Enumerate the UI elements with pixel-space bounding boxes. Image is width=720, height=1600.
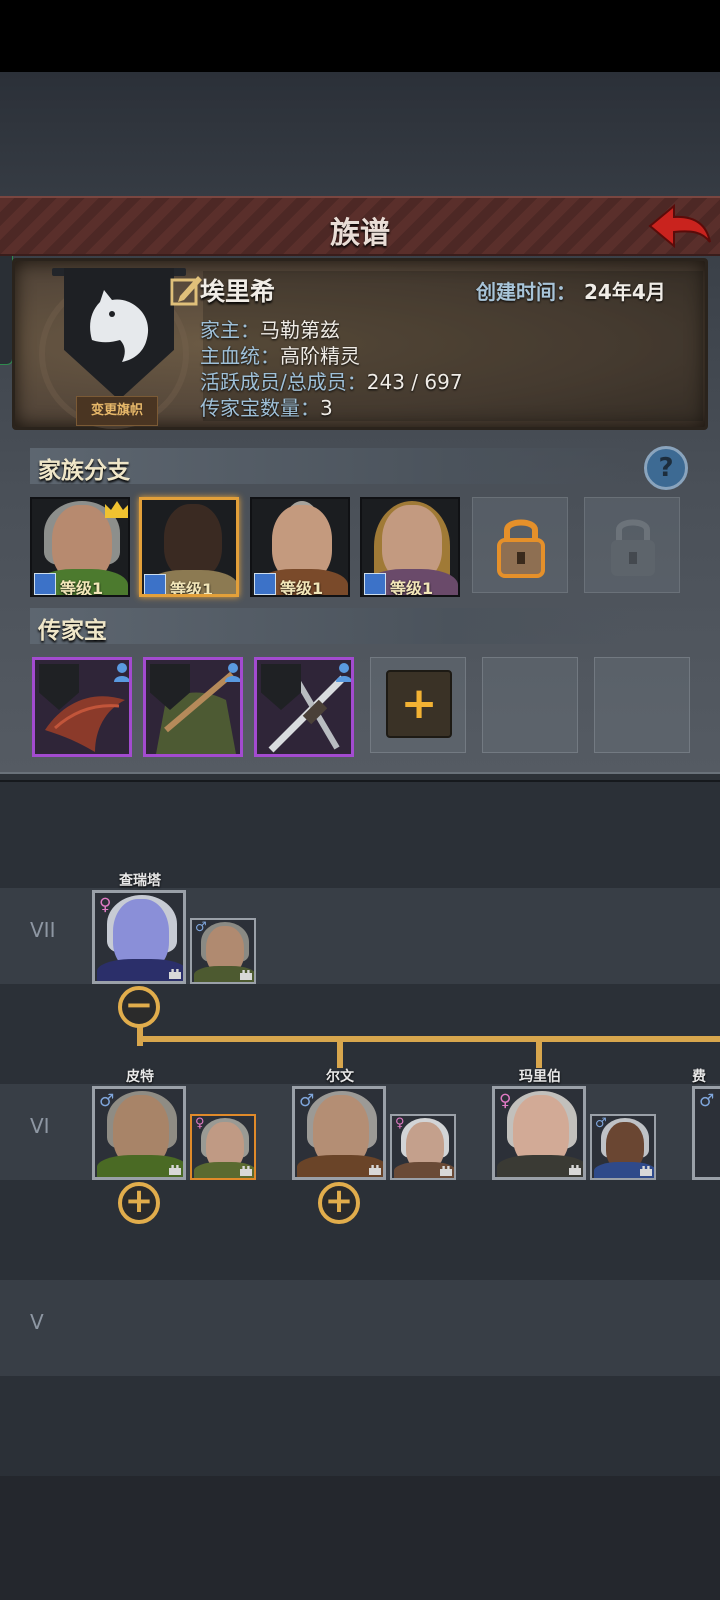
member-portrait[interactable]: ♂ [92,1086,186,1180]
male-icon: ♂ [99,1091,115,1111]
edit-name-button[interactable] [170,272,204,306]
heirloom-count-value: 3 [320,396,333,420]
heirloom-slot-3[interactable] [254,657,354,757]
male-icon: ♂ [195,920,207,935]
bloodline-label: 主血统： [200,344,280,368]
title-bar: 族谱 [0,196,720,256]
member-name: 费 [692,1069,706,1085]
spouse-portrait[interactable]: ♀ [190,1114,256,1180]
created-label: 创建时间： [476,280,576,304]
sword-icon [364,573,386,595]
plus-icon: + [400,678,438,729]
heirloom-slot-2[interactable] [143,657,243,757]
sword-icon [254,573,276,595]
male-icon: ♂ [299,1091,315,1111]
female-icon: ♀ [195,1116,205,1131]
sword-icon [144,574,166,594]
generation-label: V [30,1310,44,1334]
heirloom-slot-empty-2 [594,657,690,753]
family-head-line: 家主：马勒第兹 [200,314,340,343]
family-tree[interactable]: VII VI V 查瑞塔 ♀ ♂ − 皮特 ♂ ♀ + 尔文 ♂ ♀ + 玛里伯… [0,782,720,1476]
created-time: 创建时间： 24年4月 [476,276,666,305]
tree-connector [137,1036,720,1042]
members-label: 活跃成员/总成员： [200,370,367,394]
back-arrow-icon [648,203,711,249]
expand-button[interactable]: + [118,1181,160,1224]
family-name: 埃里希 [200,277,276,306]
branch-slot-1[interactable]: 等级1 [30,497,130,597]
heirloom-slot-1[interactable] [32,657,132,757]
member-portrait[interactable]: ♂ [292,1086,386,1180]
grey-padlock-icon [611,519,655,576]
plus-icon: + [124,1181,154,1221]
branch-level: 等级1 [170,580,214,597]
add-heirloom-button[interactable]: + [386,670,452,738]
wolf-emblem-icon [90,290,149,362]
sword-icon [34,573,56,595]
branch-slot-locked [584,497,680,593]
minus-icon: − [124,985,154,1025]
portrait-face [164,504,222,578]
created-value: 24年4月 [584,280,666,304]
generation-label: VI [30,1114,50,1138]
members-value: 243 / 697 [366,370,463,394]
branches-header: 家族分支 [30,448,630,484]
female-icon: ♀ [499,1091,512,1111]
change-banner-button[interactable]: 变更旗帜 [76,396,158,426]
member-name: 查瑞塔 [119,873,161,889]
branch-slot-3[interactable]: 等级1 [250,497,350,597]
member-portrait[interactable]: ♂ [692,1086,720,1180]
back-button[interactable] [646,202,712,250]
person-icon [114,663,129,682]
help-button[interactable]: ? [644,446,688,490]
branch-slot-4[interactable]: 等级1 [360,497,460,597]
member-portrait[interactable]: ♀ [492,1086,586,1180]
bloodline-value: 高阶精灵 [280,344,360,368]
tree-connector [337,1036,343,1068]
spouse-portrait[interactable]: ♂ [190,918,256,984]
bottom-area [0,1476,720,1600]
member-name: 尔文 [326,1069,354,1085]
heirlooms-header: 传家宝 [30,608,630,644]
spouse-portrait[interactable]: ♂ [590,1114,656,1180]
generation-label: VII [30,918,56,942]
plus-icon: + [324,1181,354,1221]
member-name: 皮特 [126,1069,154,1085]
crown-icon [105,501,128,518]
pencil-icon [170,276,202,306]
female-icon: ♀ [99,895,112,915]
page-title: 族谱 [330,216,390,251]
member-portrait[interactable]: ♀ [92,890,186,984]
head-value: 马勒第兹 [260,318,340,342]
bloodline-line: 主血统：高阶精灵 [200,340,360,369]
branch-level: 等级1 [390,579,434,597]
collapse-button[interactable]: − [118,985,160,1028]
expand-button[interactable]: + [318,1181,360,1224]
member-name: 玛里伯 [519,1069,561,1085]
branch-level: 等级1 [280,579,324,597]
branch-slot-unlockable[interactable] [472,497,568,593]
female-icon: ♀ [395,1116,405,1131]
head-label: 家主： [200,318,260,342]
person-icon [225,663,240,682]
branch-level: 等级1 [60,579,104,597]
heirlooms-title: 传家宝 [38,618,107,644]
male-icon: ♂ [699,1091,715,1111]
heirloom-count-line: 传家宝数量：3 [200,392,333,421]
tree-connector [536,1036,542,1068]
generation-band-v [0,1280,720,1376]
section-divider [0,772,720,782]
male-icon: ♂ [595,1116,607,1131]
heirloom-slot-empty-1 [482,657,578,753]
branches-title: 家族分支 [38,458,130,484]
heirloom-count-label: 传家宝数量： [200,396,320,420]
person-icon [336,663,351,682]
orange-padlock-icon [497,519,545,578]
question-icon: ? [658,453,674,483]
members-line: 活跃成员/总成员：243 / 697 [200,366,463,395]
status-bar-area [0,0,720,72]
branch-slot-2[interactable]: 等级1 [139,497,239,597]
spouse-portrait[interactable]: ♀ [390,1114,456,1180]
